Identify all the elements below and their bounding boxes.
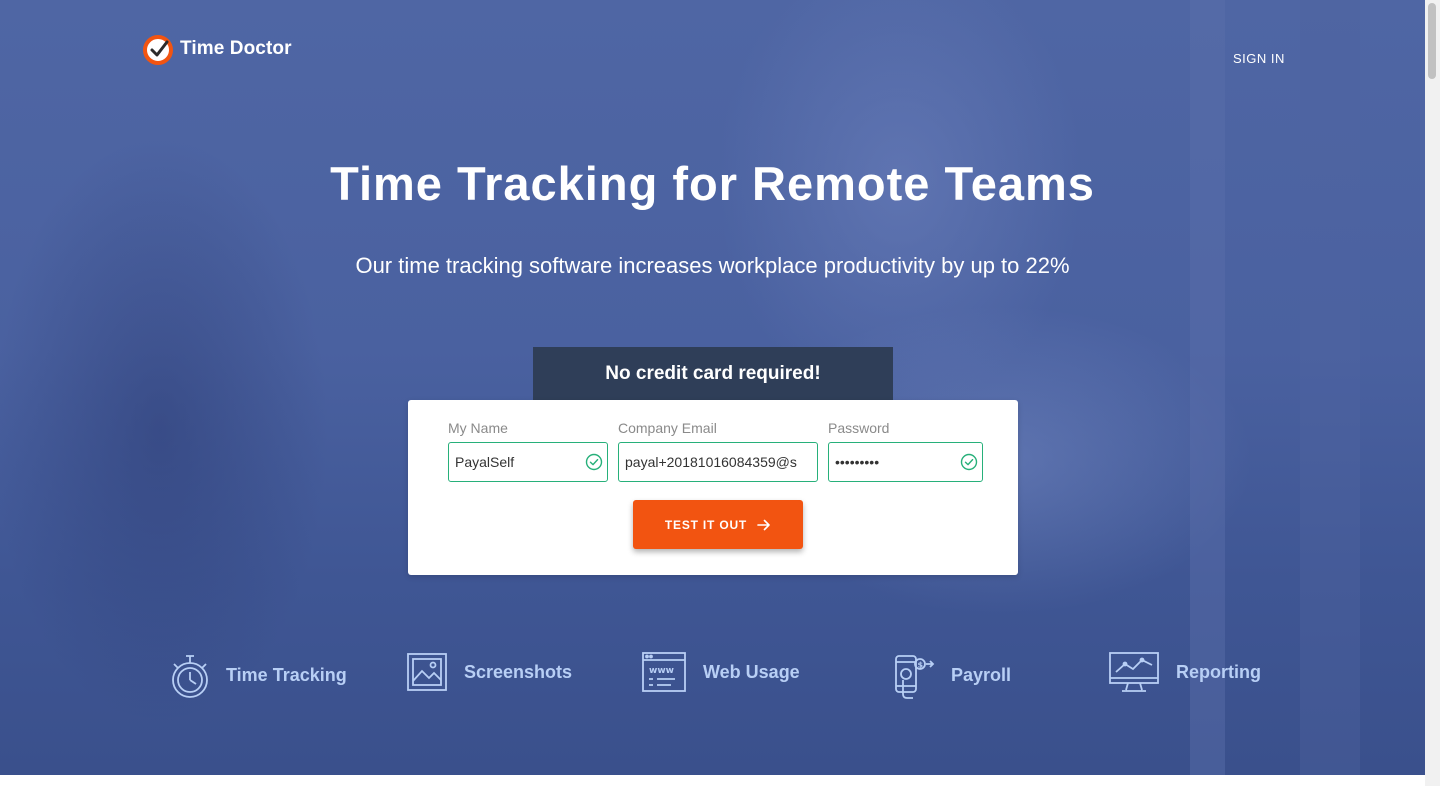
name-input[interactable] [449, 443, 607, 481]
valid-check-icon [960, 453, 978, 471]
feature-web-usage[interactable]: www Web Usage [641, 650, 800, 694]
chart-monitor-icon [1109, 652, 1159, 692]
brand-name: Time Doctor [180, 38, 292, 59]
brand-logo[interactable]: Time Doctor [142, 33, 292, 65]
feature-nav: Time Tracking Screenshots www Web Usage … [0, 650, 1425, 710]
phone-payment-icon: $ [895, 655, 935, 699]
feature-label: Web Usage [703, 661, 800, 682]
password-label: Password [828, 420, 890, 436]
email-input[interactable] [619, 443, 817, 481]
feature-label: Time Tracking [226, 664, 347, 685]
clock-check-icon [143, 35, 173, 65]
feature-label: Payroll [951, 664, 1012, 685]
feature-reporting[interactable]: Reporting [1108, 650, 1261, 694]
email-input-wrapper [618, 442, 818, 482]
feature-label: Reporting [1176, 661, 1261, 682]
arrow-right-icon [757, 519, 770, 530]
test-it-out-button[interactable]: TEST IT OUT [633, 500, 803, 549]
svg-text:$: $ [918, 661, 924, 670]
password-input-wrapper [828, 442, 983, 482]
feature-screenshots[interactable]: Screenshots [406, 650, 572, 694]
scrollbar-thumb[interactable] [1428, 3, 1436, 79]
page-title: Time Tracking for Remote Teams [330, 157, 1095, 210]
browser-www-icon: www [642, 652, 686, 692]
stopwatch-icon [172, 655, 208, 698]
test-it-out-label: TEST IT OUT [664, 517, 748, 532]
sign-in-link[interactable]: SIGN IN [1233, 51, 1285, 66]
no-credit-card-banner: No credit card required! [533, 347, 893, 400]
name-label: My Name [448, 420, 508, 436]
page-subtitle: Our time tracking software increases wor… [355, 253, 1070, 278]
name-input-wrapper [448, 442, 608, 482]
image-icon [407, 653, 447, 691]
feature-payroll[interactable]: $ Payroll [893, 650, 1011, 700]
scrollbar[interactable] [1425, 0, 1440, 786]
valid-check-icon [585, 453, 603, 471]
password-field-group: Password [828, 420, 983, 482]
svg-text:www: www [649, 666, 674, 676]
feature-time-tracking[interactable]: Time Tracking [170, 650, 347, 700]
signup-form: My Name Company Email Password TEST IT O… [408, 400, 1018, 575]
feature-label: Screenshots [464, 661, 573, 682]
name-field-group: My Name [448, 420, 608, 482]
page-bottom [0, 775, 1425, 786]
email-field-group: Company Email [618, 420, 818, 482]
email-label: Company Email [618, 420, 717, 436]
